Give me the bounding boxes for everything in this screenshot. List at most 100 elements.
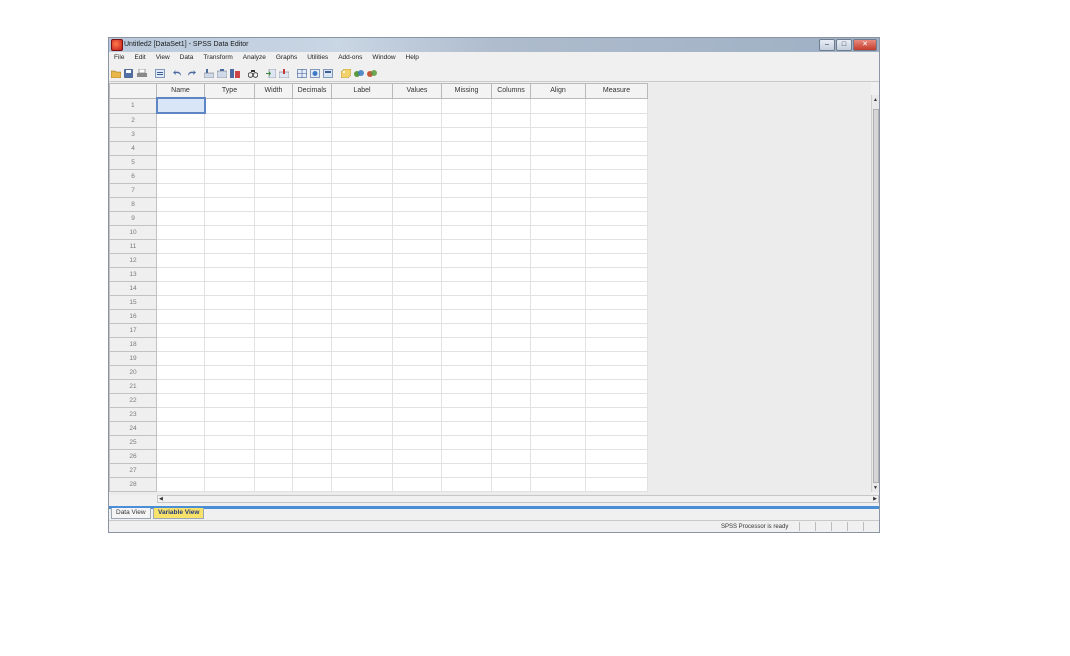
cell-measure[interactable]: [585, 281, 648, 296]
cell-decimals[interactable]: [292, 169, 332, 184]
cell-measure[interactable]: [585, 112, 648, 128]
cell-name[interactable]: [156, 463, 205, 478]
cell-columns[interactable]: [491, 281, 531, 296]
cell-align[interactable]: [530, 477, 586, 492]
cell-values[interactable]: [392, 295, 442, 310]
cell-columns[interactable]: [491, 477, 531, 492]
cell-type[interactable]: [204, 379, 255, 394]
cell-columns[interactable]: [491, 97, 531, 114]
cell-missing[interactable]: [441, 477, 492, 492]
cell-values[interactable]: [392, 239, 442, 254]
cell-label[interactable]: [331, 323, 393, 338]
cell-align[interactable]: [530, 197, 586, 212]
cell-columns[interactable]: [491, 393, 531, 408]
cell-align[interactable]: [530, 407, 586, 422]
cell-align[interactable]: [530, 183, 586, 198]
cell-name[interactable]: [156, 393, 205, 408]
cell-decimals[interactable]: [292, 323, 332, 338]
cell-label[interactable]: [331, 239, 393, 254]
cell-align[interactable]: [530, 421, 586, 436]
cell-values[interactable]: [392, 155, 442, 170]
cell-columns[interactable]: [491, 239, 531, 254]
cell-measure[interactable]: [585, 183, 648, 198]
cell-decimals[interactable]: [292, 337, 332, 352]
row-number[interactable]: 10: [109, 225, 157, 240]
cell-type[interactable]: [204, 183, 255, 198]
cell-values[interactable]: [392, 421, 442, 436]
cell-align[interactable]: [530, 97, 586, 114]
cell-align[interactable]: [530, 127, 586, 142]
cell-missing[interactable]: [441, 239, 492, 254]
cell-width[interactable]: [254, 267, 293, 282]
cell-align[interactable]: [530, 155, 586, 170]
cell-missing[interactable]: [441, 225, 492, 240]
cell-align[interactable]: [530, 323, 586, 338]
cell-missing[interactable]: [441, 365, 492, 380]
cell-width[interactable]: [254, 337, 293, 352]
cell-columns[interactable]: [491, 112, 531, 128]
cell-width[interactable]: [254, 197, 293, 212]
cell-missing[interactable]: [441, 197, 492, 212]
cell-measure[interactable]: [585, 127, 648, 142]
column-header-width[interactable]: Width: [254, 83, 293, 99]
show-all-icon[interactable]: [366, 68, 377, 79]
scroll-down-arrow-icon[interactable]: ▼: [873, 485, 878, 491]
cell-name[interactable]: [156, 183, 205, 198]
cell-measure[interactable]: [585, 197, 648, 212]
cell-width[interactable]: [254, 169, 293, 184]
cell-align[interactable]: [530, 295, 586, 310]
cell-label[interactable]: [331, 337, 393, 352]
cell-columns[interactable]: [491, 449, 531, 464]
cell-width[interactable]: [254, 435, 293, 450]
cell-width[interactable]: [254, 379, 293, 394]
cell-type[interactable]: [204, 141, 255, 156]
cell-columns[interactable]: [491, 211, 531, 226]
dialog-recall-icon[interactable]: [154, 68, 165, 79]
cell-name[interactable]: [156, 155, 205, 170]
cell-type[interactable]: [204, 295, 255, 310]
row-number[interactable]: 4: [109, 141, 157, 156]
cell-decimals[interactable]: [292, 393, 332, 408]
menu-add-ons[interactable]: Add-ons: [333, 52, 367, 64]
row-number[interactable]: 11: [109, 239, 157, 254]
cell-columns[interactable]: [491, 309, 531, 324]
cell-type[interactable]: [204, 267, 255, 282]
row-number[interactable]: 26: [109, 449, 157, 464]
cell-name[interactable]: [156, 197, 205, 212]
cell-decimals[interactable]: [292, 477, 332, 492]
cell-name[interactable]: [156, 239, 205, 254]
row-number[interactable]: 19: [109, 351, 157, 366]
column-header-columns[interactable]: Columns: [491, 83, 531, 99]
cell-values[interactable]: [392, 183, 442, 198]
goto-variable-icon[interactable]: [216, 68, 227, 79]
cell-label[interactable]: [331, 169, 393, 184]
cell-decimals[interactable]: [292, 407, 332, 422]
cell-type[interactable]: [204, 477, 255, 492]
cell-name[interactable]: [156, 379, 205, 394]
cell-missing[interactable]: [441, 211, 492, 226]
cell-decimals[interactable]: [292, 309, 332, 324]
cell-width[interactable]: [254, 183, 293, 198]
cell-missing[interactable]: [441, 407, 492, 422]
cell-measure[interactable]: [585, 323, 648, 338]
cell-width[interactable]: [254, 463, 293, 478]
cell-label[interactable]: [331, 141, 393, 156]
cell-values[interactable]: [392, 337, 442, 352]
cell-width[interactable]: [254, 127, 293, 142]
cell-missing[interactable]: [441, 309, 492, 324]
tab-data-view[interactable]: Data View: [111, 508, 151, 519]
row-number[interactable]: 1: [109, 97, 157, 114]
cell-align[interactable]: [530, 393, 586, 408]
row-number[interactable]: 5: [109, 155, 157, 170]
cell-columns[interactable]: [491, 421, 531, 436]
cell-type[interactable]: [204, 281, 255, 296]
cell-missing[interactable]: [441, 183, 492, 198]
cell-values[interactable]: [392, 267, 442, 282]
cell-columns[interactable]: [491, 463, 531, 478]
open-folder-icon[interactable]: [110, 68, 121, 79]
cell-name[interactable]: [156, 421, 205, 436]
cell-values[interactable]: [392, 365, 442, 380]
cell-decimals[interactable]: [292, 197, 332, 212]
row-number[interactable]: 22: [109, 393, 157, 408]
cell-type[interactable]: [204, 323, 255, 338]
